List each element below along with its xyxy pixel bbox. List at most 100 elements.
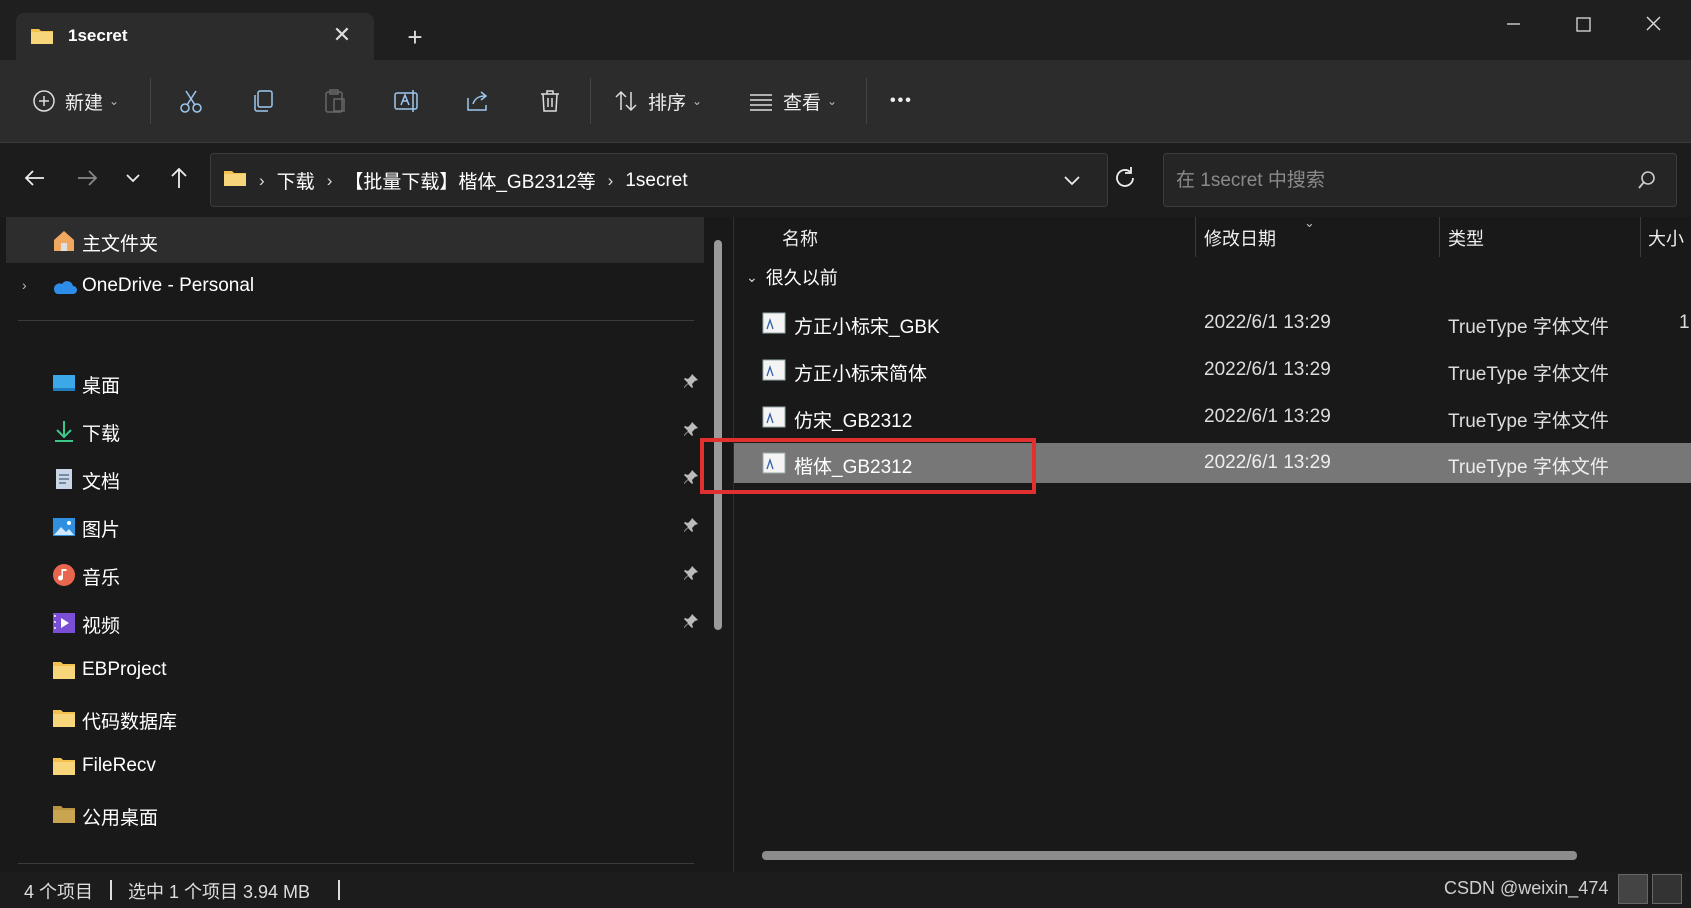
copy-icon bbox=[250, 88, 276, 114]
navigation-scrollbar[interactable] bbox=[714, 240, 722, 630]
pin-icon[interactable] bbox=[682, 468, 700, 492]
sidebar-item-label: 公用桌面 bbox=[82, 808, 159, 829]
close-icon[interactable] bbox=[1630, 10, 1676, 40]
up-button[interactable] bbox=[162, 163, 196, 197]
close-tab-icon[interactable]: ✕ bbox=[329, 22, 355, 48]
sidebar-item-label: 音乐 bbox=[82, 568, 121, 589]
sidebar-item-music[interactable]: 音乐 bbox=[6, 551, 704, 597]
plus-circle-icon bbox=[32, 89, 56, 113]
tab-1secret[interactable]: 1secret ✕ bbox=[16, 13, 374, 60]
font-file-icon bbox=[762, 406, 786, 434]
forward-button[interactable] bbox=[70, 163, 104, 197]
home-icon bbox=[52, 229, 76, 253]
column-header-name[interactable]: 名称 bbox=[782, 217, 1182, 257]
column-divider[interactable] bbox=[1640, 217, 1641, 257]
paste-button[interactable] bbox=[322, 80, 348, 122]
tiles-view-icon[interactable] bbox=[1652, 874, 1682, 904]
rename-button[interactable] bbox=[393, 80, 421, 122]
breadcrumb: › 下载 › 【批量下载】楷体_GB2312等 › 1secret bbox=[223, 167, 688, 194]
refresh-icon[interactable] bbox=[1112, 165, 1138, 196]
column-header-type[interactable]: 类型 bbox=[1448, 217, 1648, 257]
column-label: 名称 bbox=[782, 229, 818, 249]
divider bbox=[18, 320, 694, 321]
search-input[interactable] bbox=[1174, 166, 1618, 196]
share-button[interactable] bbox=[465, 80, 491, 122]
maximize-icon[interactable] bbox=[1560, 10, 1606, 40]
copy-button[interactable] bbox=[250, 80, 276, 122]
column-divider[interactable] bbox=[1195, 217, 1196, 257]
selection-info: 选中 1 个项目 3.94 MB bbox=[128, 882, 311, 902]
new-tab-button[interactable]: + bbox=[400, 22, 430, 52]
view-icon bbox=[748, 88, 774, 114]
divider bbox=[110, 880, 112, 900]
delete-button[interactable] bbox=[537, 80, 563, 122]
chevron-right-icon: › bbox=[607, 170, 614, 190]
sidebar-item-onedrive[interactable]: › OneDrive - Personal bbox=[6, 263, 704, 309]
sidebar-item-documents[interactable]: 文档 bbox=[6, 455, 704, 501]
sidebar-item-downloads[interactable]: 下载 bbox=[6, 407, 704, 453]
more-icon[interactable]: ••• bbox=[890, 80, 913, 122]
sort-descending-icon: ⌄ bbox=[1304, 215, 1315, 230]
onedrive-cloud-icon bbox=[52, 275, 77, 299]
chevron-down-icon bbox=[123, 168, 143, 193]
breadcrumb-item[interactable]: 【批量下载】楷体_GB2312等 bbox=[344, 167, 595, 194]
sidebar-item-label: EBProject bbox=[82, 659, 167, 680]
file-row[interactable]: 仿宋_GB2312 2022/6/1 13:29 TrueType 字体文件 bbox=[734, 397, 1691, 437]
sidebar-item-label: OneDrive - Personal bbox=[82, 275, 255, 296]
back-button[interactable] bbox=[18, 163, 52, 197]
file-name: 方正小标宋_GBK bbox=[794, 317, 940, 338]
folder-icon bbox=[52, 755, 76, 779]
breadcrumb-item[interactable]: 下载 bbox=[277, 167, 315, 194]
sidebar-item-label: 图片 bbox=[82, 520, 121, 541]
recent-locations-button[interactable] bbox=[116, 163, 150, 197]
chevron-down-icon: ⌄ bbox=[109, 94, 120, 108]
sort-button[interactable]: 排序 ⌄ bbox=[613, 80, 702, 122]
cut-button[interactable] bbox=[178, 80, 204, 122]
pin-icon[interactable] bbox=[682, 612, 700, 636]
sidebar-item-desktop[interactable]: 桌面 bbox=[6, 359, 704, 405]
horizontal-scrollbar[interactable] bbox=[762, 851, 1577, 860]
view-button[interactable]: 查看 ⌄ bbox=[748, 80, 837, 122]
sidebar-item-home[interactable]: 主文件夹 bbox=[6, 217, 704, 263]
column-header-size[interactable]: 大小 bbox=[1648, 217, 1691, 257]
pin-icon[interactable] bbox=[682, 372, 700, 396]
file-name: 仿宋_GB2312 bbox=[794, 411, 913, 432]
title-bar: 1secret ✕ + bbox=[0, 0, 1691, 60]
sidebar-item-folder[interactable]: 代码数据库 bbox=[6, 695, 704, 741]
search-icon[interactable] bbox=[1636, 169, 1658, 196]
cut-icon bbox=[178, 88, 204, 114]
chevron-down-icon: ⌄ bbox=[827, 94, 838, 108]
chevron-right-icon: › bbox=[259, 170, 265, 190]
sidebar-item-videos[interactable]: 视频 bbox=[6, 599, 704, 645]
address-dropdown-icon[interactable] bbox=[1061, 169, 1083, 196]
sidebar-item-folder[interactable]: EBProject bbox=[6, 647, 704, 693]
pin-icon[interactable] bbox=[682, 516, 700, 540]
sidebar-item-pictures[interactable]: 图片 bbox=[6, 503, 704, 549]
search-box[interactable] bbox=[1163, 153, 1677, 207]
breadcrumb-item[interactable]: 1secret bbox=[625, 170, 687, 192]
new-button[interactable]: 新建 ⌄ bbox=[32, 80, 119, 122]
sidebar-item-folder[interactable]: 公用桌面 bbox=[6, 791, 704, 837]
column-divider[interactable] bbox=[1439, 217, 1440, 257]
tab-title: 1secret bbox=[68, 26, 128, 45]
sidebar-item-label: FileRecv bbox=[82, 755, 156, 776]
pin-icon[interactable] bbox=[682, 564, 700, 588]
details-view-icon[interactable] bbox=[1618, 874, 1648, 904]
file-row[interactable]: 方正小标宋_GBK 2022/6/1 13:29 TrueType 字体文件 1 bbox=[734, 303, 1691, 343]
column-header-date[interactable]: 修改日期 ⌄ bbox=[1204, 215, 1434, 257]
group-header[interactable]: ⌄ 很久以前 bbox=[746, 264, 838, 290]
address-row: › 下载 › 【批量下载】楷体_GB2312等 › 1secret bbox=[0, 143, 1691, 217]
file-type: TrueType 字体文件 bbox=[1448, 364, 1609, 385]
file-type: TrueType 字体文件 bbox=[1448, 317, 1609, 338]
chevron-right-icon[interactable]: › bbox=[22, 277, 27, 293]
file-row[interactable]: 方正小标宋简体 2022/6/1 13:29 TrueType 字体文件 bbox=[734, 350, 1691, 390]
pin-icon[interactable] bbox=[682, 420, 700, 444]
sidebar-item-folder[interactable]: FileRecv bbox=[6, 743, 704, 789]
folder-icon bbox=[52, 659, 76, 683]
folder-icon bbox=[52, 707, 76, 731]
address-bar[interactable]: › 下载 › 【批量下载】楷体_GB2312等 › 1secret bbox=[210, 153, 1108, 207]
minimize-icon[interactable] bbox=[1490, 10, 1536, 40]
arrow-left-icon bbox=[23, 166, 47, 195]
paste-icon bbox=[322, 88, 348, 114]
file-list: 名称 修改日期 ⌄ 类型 大小 ⌄ 很久以前 方正小标宋_GBK 2022/6/… bbox=[734, 215, 1691, 872]
